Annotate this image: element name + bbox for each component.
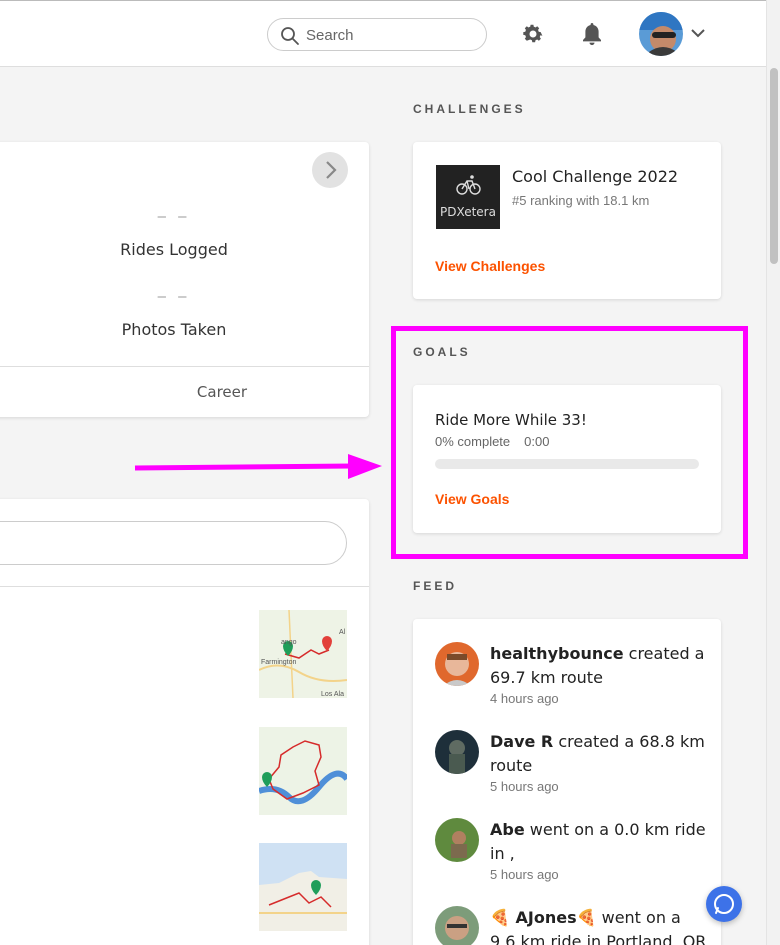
bicycle-icon: [456, 175, 481, 195]
map-label: ango: [281, 639, 297, 646]
challenge-logo-text: PDXetera: [440, 205, 496, 219]
scrollbar-thumb[interactable]: [770, 68, 778, 264]
map-label: Farmington: [261, 659, 297, 666]
highlight-box: [391, 326, 748, 559]
search-icon: [281, 27, 299, 45]
map-label: Al: [339, 629, 346, 636]
avatar[interactable]: [435, 642, 479, 686]
rides-logged-value: – –: [157, 208, 191, 225]
chevron-down-icon[interactable]: [690, 27, 706, 39]
divider: [0, 366, 369, 367]
challenge-ranking: #5 ranking with 18.1 km: [512, 193, 650, 208]
feed-timestamp: 5 hours ago: [490, 867, 559, 882]
challenge-title[interactable]: Cool Challenge 2022: [512, 167, 678, 186]
feed-user-link[interactable]: 🍕 AJones🍕: [490, 908, 597, 927]
bell-icon[interactable]: [580, 21, 604, 47]
next-button[interactable]: [312, 152, 348, 188]
photos-taken-value: – –: [157, 288, 191, 305]
feed-card: healthybounce created a 69.7 km route 4 …: [413, 619, 721, 945]
feed-timestamp: 5 hours ago: [490, 779, 559, 794]
tab-career[interactable]: Career: [160, 383, 284, 401]
chat-bubble-icon: [714, 894, 734, 914]
chat-button[interactable]: [706, 886, 742, 922]
search-input[interactable]: [306, 23, 476, 47]
chevron-right-icon: [326, 161, 337, 179]
avatar[interactable]: [435, 906, 479, 945]
feed-section-title: FEED: [413, 579, 458, 593]
view-challenges-link[interactable]: View Challenges: [435, 258, 545, 274]
feed-user-link[interactable]: Dave R: [490, 732, 553, 751]
activity-feed-card: ango Farmington Los Ala Al: [0, 499, 369, 945]
search-box[interactable]: [267, 18, 487, 51]
top-navigation-bar: [0, 0, 766, 67]
feed-item-text: healthybounce created a 69.7 km route: [490, 642, 710, 690]
feed-item-text: 🍕 AJones🍕 went on a 9.6 km ride in Portl…: [490, 906, 710, 945]
gear-icon[interactable]: [521, 22, 545, 46]
feed-item-text: Dave R created a 68.8 km route: [490, 730, 710, 778]
feed-item-text: Abe went on a 0.0 km ride in ,: [490, 818, 710, 866]
map-label: Los Ala: [321, 691, 344, 698]
photos-taken-label: Photos Taken: [121, 320, 227, 339]
route-map-thumbnail[interactable]: ango Farmington Los Ala Al: [259, 610, 347, 698]
rides-logged-label: Rides Logged: [120, 240, 228, 259]
route-map-thumbnail[interactable]: [259, 727, 347, 815]
challenges-section-title: CHALLENGES: [413, 102, 526, 116]
feed-user-link[interactable]: Abe: [490, 820, 525, 839]
avatar[interactable]: [639, 12, 683, 56]
feed-user-link[interactable]: healthybounce: [490, 644, 624, 663]
challenges-card: PDXetera Cool Challenge 2022 #5 ranking …: [413, 142, 721, 299]
arrow-annotation: [134, 454, 382, 479]
page-scrollbar[interactable]: [766, 0, 780, 945]
avatar[interactable]: [435, 818, 479, 862]
feed-timestamp: 4 hours ago: [490, 691, 559, 706]
stats-card: – – Rides Logged – – Photos Taken Career: [0, 142, 369, 417]
divider: [0, 586, 369, 587]
post-input[interactable]: [0, 521, 347, 565]
challenge-logo[interactable]: PDXetera: [436, 165, 500, 229]
avatar[interactable]: [435, 730, 479, 774]
route-map-thumbnail[interactable]: [259, 843, 347, 931]
